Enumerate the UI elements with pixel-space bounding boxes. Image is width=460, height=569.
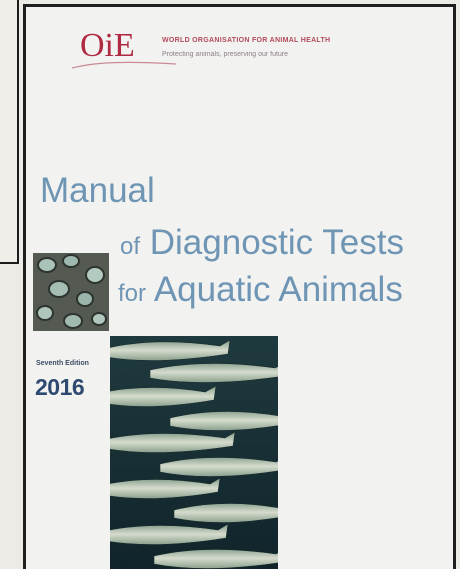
title-words-diagnostic-tests: Diagnostic Tests <box>149 223 404 262</box>
organisation-tagline: Protecting animals, preserving our futur… <box>162 51 289 58</box>
title-word-of: of <box>120 233 141 260</box>
oie-logo: OiE <box>71 27 177 69</box>
title-line-diagnostic-tests: of Diagnostic Tests <box>120 225 404 260</box>
logo-text: OiE <box>80 27 135 64</box>
fish-school-image <box>110 336 278 569</box>
background-frame <box>0 0 19 264</box>
book-cover: OiE WORLD ORGANISATION FOR ANIMAL HEALTH… <box>23 4 456 569</box>
microscope-cells-image <box>33 253 109 331</box>
title-words-aquatic-animals: Aquatic Animals <box>153 270 403 309</box>
organisation-name: WORLD ORGANISATION FOR ANIMAL HEALTH <box>162 37 331 44</box>
edition-label: Seventh Edition <box>36 360 89 367</box>
edition-year: 2016 <box>35 374 85 400</box>
title-word-for: for <box>118 280 147 307</box>
title-line-aquatic-animals: for Aquatic Animals <box>118 272 403 307</box>
title-word-manual: Manual <box>40 171 155 210</box>
title-line-manual: Manual <box>40 173 155 208</box>
